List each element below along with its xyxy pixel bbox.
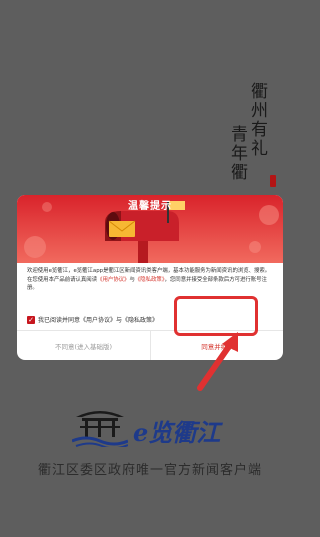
brand-tagline: 衢江区委区政府唯一官方新闻客户端 (37, 463, 262, 478)
pavilion-logo-icon (72, 411, 128, 447)
arrow-annotation (197, 332, 238, 391)
brand-logo-text: e览衢江 (133, 418, 221, 447)
